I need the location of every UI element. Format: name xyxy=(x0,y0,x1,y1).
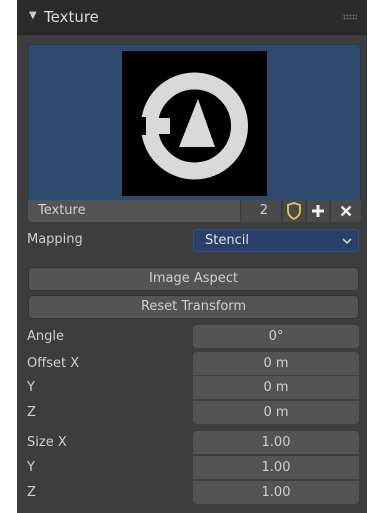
user-count-value: 2 xyxy=(259,203,268,218)
texture-datablock-bar: Texture 2 xyxy=(28,200,361,222)
offset-z-field[interactable]: 0 m xyxy=(193,401,359,424)
size-x-label: Size X xyxy=(27,435,67,450)
new-texture-button[interactable] xyxy=(307,200,329,222)
texture-name: Texture xyxy=(38,203,86,218)
reset-transform-button[interactable]: Reset Transform xyxy=(28,295,359,319)
offset-x-field[interactable]: 0 m xyxy=(193,352,359,375)
texture-name-field[interactable]: Texture xyxy=(28,200,240,222)
size-y-label: Y xyxy=(27,460,35,475)
size-y-field[interactable]: 1.00 xyxy=(193,456,359,479)
image-aspect-button[interactable]: Image Aspect xyxy=(28,267,359,291)
triangle-down-icon[interactable]: ▼ xyxy=(29,10,37,21)
chevron-down-icon xyxy=(342,238,352,245)
panel-title: Texture xyxy=(44,8,99,26)
x-icon xyxy=(340,205,352,217)
texture-panel: ▼ Texture Texture 2 Mapping Stencil Imag… xyxy=(17,0,367,513)
angle-field[interactable]: 0° xyxy=(193,325,359,348)
angle-label: Angle xyxy=(27,329,64,344)
mapping-value: Stencil xyxy=(205,233,249,248)
mapping-label: Mapping xyxy=(27,232,83,247)
size-z-label: Z xyxy=(27,485,36,500)
size-x-field[interactable]: 1.00 xyxy=(193,431,359,454)
size-z-field[interactable]: 1.00 xyxy=(193,481,359,504)
shield-icon xyxy=(287,202,301,220)
blender-logo-icon xyxy=(122,51,267,196)
offset-x-label: Offset X xyxy=(27,356,80,371)
user-count[interactable]: 2 xyxy=(241,200,281,222)
fake-user-button[interactable] xyxy=(283,200,305,222)
offset-y-field[interactable]: 0 m xyxy=(193,376,359,399)
unlink-texture-button[interactable] xyxy=(331,200,361,222)
panel-header[interactable]: ▼ Texture xyxy=(17,0,367,35)
texture-preview xyxy=(28,44,361,202)
mapping-dropdown[interactable]: Stencil xyxy=(193,229,359,252)
drag-grip-icon[interactable] xyxy=(343,14,357,20)
plus-icon xyxy=(312,205,324,217)
offset-y-label: Y xyxy=(27,380,35,395)
offset-z-label: Z xyxy=(27,405,36,420)
